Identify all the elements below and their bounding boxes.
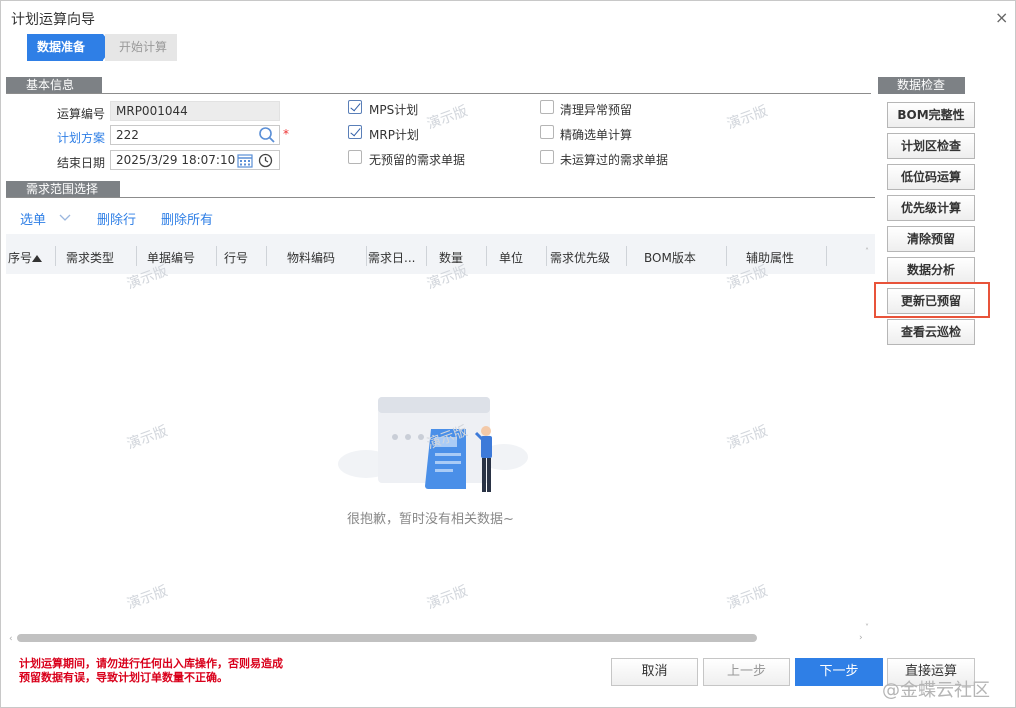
section-data-check: 数据检查 [878,77,965,94]
col-separator [266,246,267,266]
window-title: 计划运算向导 [11,12,95,28]
calc-no-field: MRP001044 [110,101,280,121]
view-cloud-patrol-button[interactable]: 查看云巡检 [887,319,975,345]
mps-checkbox[interactable] [348,100,362,114]
col-material-code[interactable]: 物料编码 [287,249,335,266]
precise-select-label: 精确选单计算 [560,128,633,142]
search-icon[interactable] [258,126,276,144]
scroll-up-icon[interactable]: ˄ [865,247,869,256]
watermark: 演示版 [424,583,470,613]
scroll-left-icon[interactable]: ‹ [9,634,17,644]
step-data-prep[interactable]: 数据准备 [27,34,113,61]
empty-state-illustration [336,389,531,499]
watermark: 演示版 [124,423,170,453]
delete-all-button[interactable]: 删除所有 [161,209,213,228]
col-separator [826,246,827,266]
col-unit[interactable]: 单位 [499,249,523,266]
col-seq[interactable]: 序号 [8,249,32,266]
mps-label: MPS计划 [369,103,419,117]
col-separator [546,246,547,266]
end-date-input[interactable]: 2025/3/29 18:07:10 [110,150,280,170]
watermark: 演示版 [724,103,770,133]
watermark: 演示版 [724,423,770,453]
close-icon[interactable]: × [995,8,1008,27]
clock-icon[interactable] [258,153,273,168]
cancel-button[interactable]: 取消 [611,658,698,686]
col-priority[interactable]: 需求优先级 [550,249,610,266]
data-analysis-button[interactable]: 数据分析 [887,257,975,283]
col-aux-attr[interactable]: 辅助属性 [746,249,794,266]
col-separator [136,246,137,266]
col-doc-no[interactable]: 单据编号 [147,249,195,266]
sort-asc-icon[interactable] [32,252,42,262]
warning-text: 计划运算期间，请勿进行任何出入库操作，否则易造成 预留数据有误，导致计划订单数量… [19,657,349,685]
warning-line-2: 预留数据有误，导致计划订单数量不正确。 [19,671,228,684]
plan-scheme-link[interactable]: 计划方案 [57,129,105,146]
no-reserve-label: 无预留的需求单据 [369,153,466,167]
priority-calc-button[interactable]: 优先级计算 [887,195,975,221]
uncalculated-label: 未运算过的需求单据 [560,153,669,167]
select-order-button[interactable]: 选单 [20,209,46,228]
col-separator [486,246,487,266]
clear-reserve-button[interactable]: 清除预留 [887,226,975,252]
plan-scheme-input[interactable]: 222 [110,125,280,145]
clean-abnormal-checkbox[interactable] [540,100,554,114]
col-separator [55,246,56,266]
calc-no-label: 运算编号 [57,107,106,121]
no-reserve-checkbox[interactable] [348,150,362,164]
col-separator [366,246,367,266]
col-separator [726,246,727,266]
col-demand-type[interactable]: 需求类型 [66,249,114,266]
section-divider [6,93,871,94]
required-mark: * [283,127,289,141]
col-separator [626,246,627,266]
footer-brand: @金蝶云社区 [882,680,990,701]
chevron-down-icon[interactable] [59,212,71,222]
delete-row-button[interactable]: 删除行 [97,209,136,228]
col-bom-version[interactable]: BOM版本 [644,249,696,266]
col-separator [216,246,217,266]
uncalculated-checkbox[interactable] [540,150,554,164]
watermark: 演示版 [424,103,470,133]
step-start-calc[interactable]: 开始计算 [105,34,177,61]
mrp-label: MRP计划 [369,128,419,142]
section-basic-info: 基本信息 [6,77,102,94]
precise-select-checkbox[interactable] [540,125,554,139]
next-step-button[interactable]: 下一步 [795,658,883,686]
mrp-checkbox[interactable] [348,125,362,139]
col-line-no[interactable]: 行号 [224,249,248,266]
section-divider [6,197,875,198]
plan-area-check-button[interactable]: 计划区检查 [887,133,975,159]
low-level-code-button[interactable]: 低位码运算 [887,164,975,190]
watermark: 演示版 [724,583,770,613]
title-bar [1,1,1015,33]
section-demand-scope: 需求范围选择 [6,181,120,198]
prev-step-button[interactable]: 上一步 [703,658,790,686]
calendar-icon[interactable] [237,153,253,168]
update-reserved-button[interactable]: 更新已预留 [887,288,975,314]
warning-line-1: 计划运算期间，请勿进行任何出入库操作，否则易造成 [19,657,283,670]
horizontal-scrollbar[interactable] [17,634,757,642]
empty-state-text: 很抱歉，暂时没有相关数据~ [347,512,514,527]
col-separator [426,246,427,266]
col-demand-date[interactable]: 需求日... [368,249,415,266]
watermark: 演示版 [124,583,170,613]
bom-integrity-button[interactable]: BOM完整性 [887,102,975,128]
clean-abnormal-label: 清理异常预留 [560,103,633,117]
scroll-right-icon[interactable]: › [859,633,863,643]
end-date-label: 结束日期 [57,156,106,170]
scroll-down-icon[interactable]: ˅ [865,623,869,632]
mrp-wizard-window: 计划运算向导 × 数据准备 开始计算 基本信息 运算编号 MRP001044 计… [0,0,1016,708]
col-quantity[interactable]: 数量 [439,249,463,266]
